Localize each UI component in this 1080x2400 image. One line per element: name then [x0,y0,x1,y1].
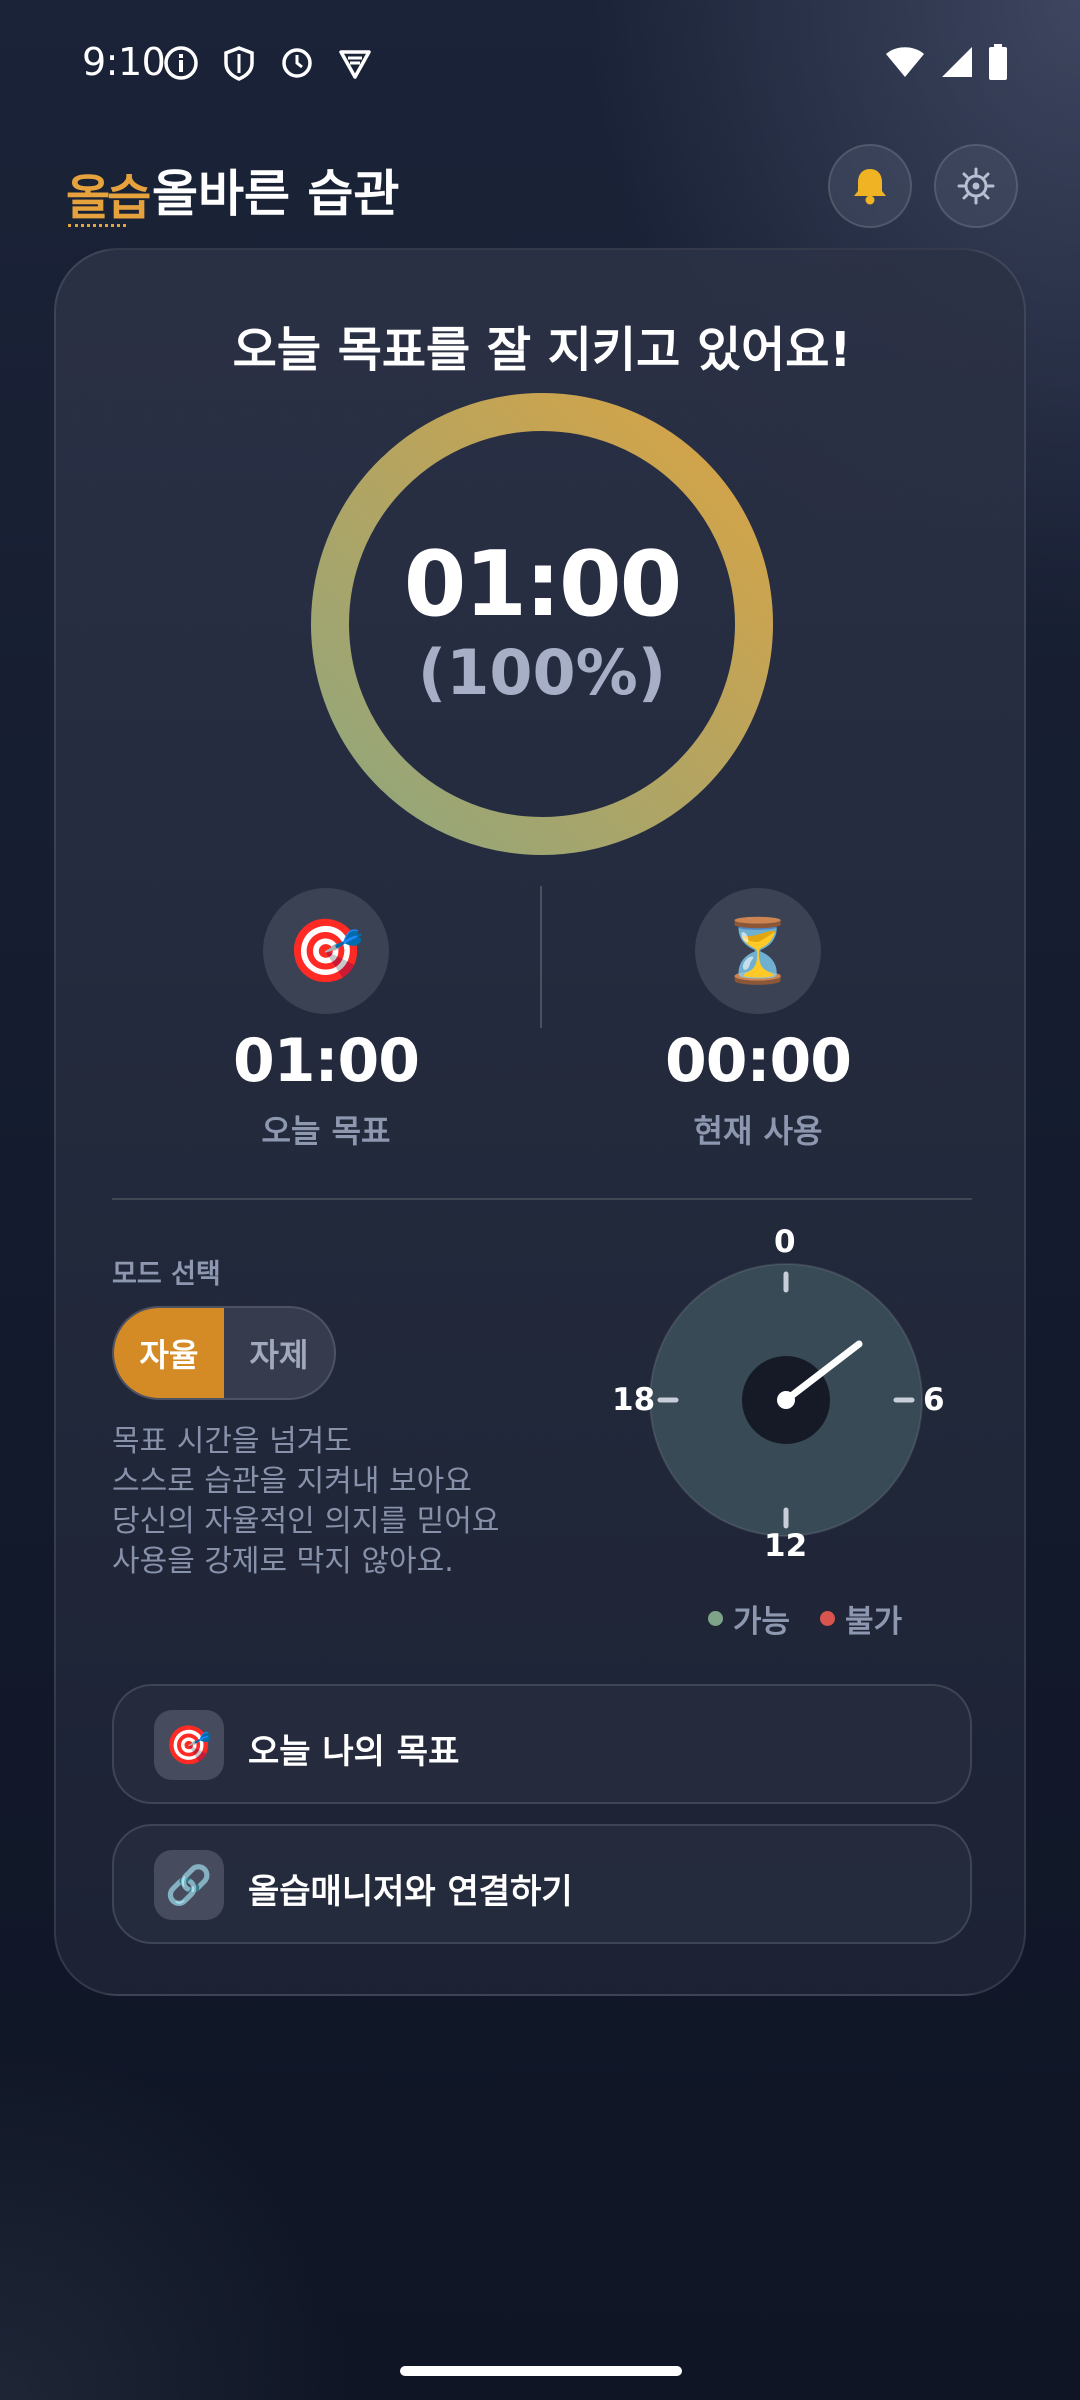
bell-icon [854,169,886,205]
mode-description-line: 목표 시간을 넘겨도 [112,1424,352,1459]
summary-percent: (100%) [417,636,667,709]
summary-title: 오늘 목표를 잘 지키고 있어요! [232,322,852,378]
clock-icon [278,44,316,82]
status-icons-left [162,44,374,82]
dial-label-top: 0 [774,1224,796,1260]
time-dial: 0 6 12 18 [612,1224,966,1584]
legend-dot-available [708,1611,723,1626]
status-icons-right [884,44,1008,84]
link-icon: 🔗 [154,1850,224,1920]
mode-description-line: 스스로 습관을 지켜내 보아요 [112,1464,472,1499]
wifi-icon [884,45,926,83]
main-card: 오늘 목표를 잘 지키고 있어요! 01:00 (100%) 🎯 01:00 오… [54,248,1026,1996]
app-title: 올바른 습관 [152,165,400,223]
mode-description-line: 사용을 강제로 막지 않아요. [112,1544,454,1579]
notification-button[interactable] [828,144,912,228]
mode-toggle: 자율 자제 [112,1306,336,1400]
dial-label-right: 6 [923,1382,945,1418]
mode-option-autonomous[interactable]: 자율 [114,1308,224,1398]
legend-label-available: 가능 [733,1604,791,1640]
legend-label-unavailable: 불가 [845,1604,903,1640]
today-goal-button[interactable]: 🎯 오늘 나의 목표 [112,1684,972,1804]
usage-stat: ⏳ 00:00 현재 사용 [608,888,908,1152]
status-time: 9:10 [82,40,166,84]
status-bar: 9:10 [0,0,1080,128]
legend-dot-unavailable [820,1611,836,1626]
hourglass-icon: ⏳ [695,888,821,1014]
settings-button[interactable] [934,144,1018,228]
today-goal-label: 오늘 나의 목표 [248,1732,460,1772]
mode-label: 모드 선택 [112,1259,221,1290]
battery-icon [988,44,1008,84]
info-icon [162,44,200,82]
dial-legend: 가능 불가 [708,1596,902,1641]
app-logo: 올습 [66,170,151,226]
mode-description-line: 당신의 자율적인 의지를 믿어요 [112,1504,500,1539]
gear-icon [957,167,995,205]
dial-label-left: 18 [612,1382,656,1418]
app-header: 올습 올바른 습관 [0,140,1080,250]
goal-value: 01:00 [233,1026,420,1096]
mode-option-restraint[interactable]: 자제 [224,1308,334,1398]
dial-pivot [777,1391,795,1409]
connect-manager-label: 올습매니저와 연결하기 [248,1872,573,1912]
usage-value: 00:00 [665,1026,852,1096]
goal-label: 오늘 목표 [261,1112,391,1150]
logo-underline [68,224,126,227]
usage-label: 현재 사용 [693,1112,823,1150]
signal-icon [940,45,974,83]
connect-manager-button[interactable]: 🔗 올습매니저와 연결하기 [112,1824,972,1944]
section-divider [112,1198,972,1200]
legend-item-unavailable: 불가 [820,1596,902,1641]
mode-description: 목표 시간을 넘겨도 스스로 습관을 지켜내 보아요 당신의 자율적인 의지를 … [112,1422,552,1582]
stat-divider [540,886,542,1028]
home-indicator[interactable] [400,2366,682,2376]
shield-icon [220,44,258,82]
target-icon: 🎯 [263,888,389,1014]
target-icon: 🎯 [154,1710,224,1780]
goal-stat: 🎯 01:00 오늘 목표 [176,888,476,1152]
summary-time: 01:00 [403,532,682,637]
vpn-icon [336,44,374,82]
dial-label-bottom: 12 [764,1528,808,1564]
legend-item-available: 가능 [708,1596,790,1641]
